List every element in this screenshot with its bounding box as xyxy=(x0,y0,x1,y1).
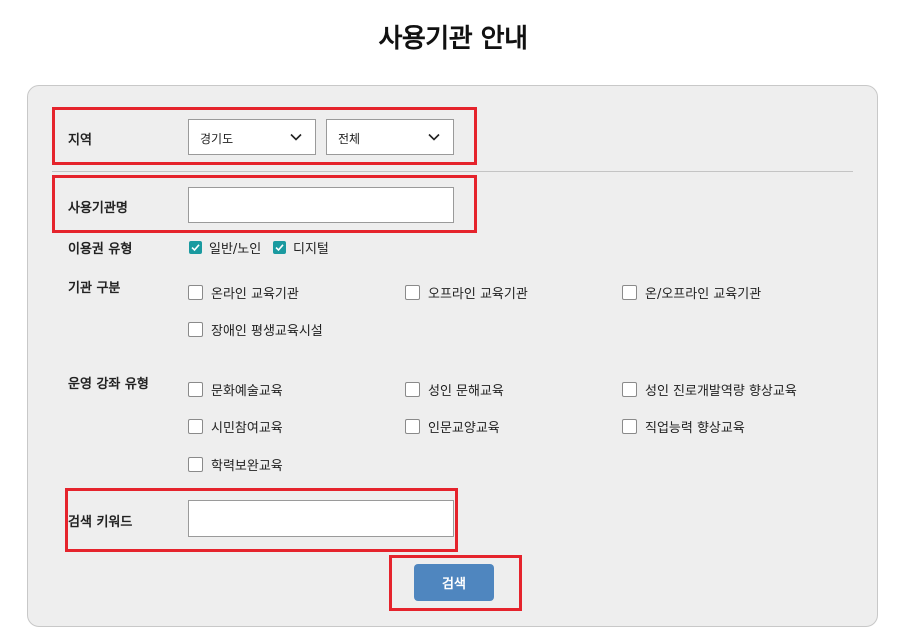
course-career-checkbox[interactable]: 성인 진로개발역량 향상교육 xyxy=(622,380,797,399)
city-select-value: 전체 xyxy=(338,132,361,146)
chevron-down-icon xyxy=(428,133,440,141)
org-online-checkbox[interactable]: 온라인 교육기관 xyxy=(188,283,299,302)
checkbox-label: 장애인 평생교육시설 xyxy=(211,324,323,339)
course-humanities-checkbox[interactable]: 인문교양교육 xyxy=(405,417,500,436)
checkbox-label: 오프라인 교육기관 xyxy=(428,287,528,302)
checkbox-label: 온라인 교육기관 xyxy=(211,287,299,302)
province-select-value: 경기도 xyxy=(200,132,234,146)
org-name-input[interactable] xyxy=(188,187,454,223)
checkbox-checked-icon xyxy=(273,241,286,254)
checkbox-label: 학력보완교육 xyxy=(211,459,283,474)
keyword-label: 검색 키워드 xyxy=(68,515,133,530)
checkbox-label: 디지털 xyxy=(293,242,329,257)
chevron-down-icon xyxy=(290,133,302,141)
org-onoffline-checkbox[interactable]: 온/오프라인 교육기관 xyxy=(622,283,761,302)
keyword-input[interactable] xyxy=(188,500,454,537)
voucher-type-label: 이용권 유형 xyxy=(68,242,133,257)
course-academic-checkbox[interactable]: 학력보완교육 xyxy=(188,455,283,474)
checkbox-label: 문화예술교육 xyxy=(211,384,283,399)
province-select[interactable]: 경기도 xyxy=(188,119,316,155)
org-offline-checkbox[interactable]: 오프라인 교육기관 xyxy=(405,283,528,302)
voucher-general-checkbox[interactable]: 일반/노인 xyxy=(189,238,261,257)
checkbox-label: 직업능력 향상교육 xyxy=(645,421,745,436)
section-divider xyxy=(52,171,853,172)
org-disabled-facility-checkbox[interactable]: 장애인 평생교육시설 xyxy=(188,320,323,339)
checkbox-label: 인문교양교육 xyxy=(428,421,500,436)
org-category-label: 기관 구분 xyxy=(68,281,121,296)
checkbox-label: 성인 문해교육 xyxy=(428,384,504,399)
checkbox-label: 일반/노인 xyxy=(209,242,262,257)
course-literacy-checkbox[interactable]: 성인 문해교육 xyxy=(405,380,504,399)
city-select[interactable]: 전체 xyxy=(326,119,454,155)
checkbox-label: 성인 진로개발역량 향상교육 xyxy=(645,384,797,399)
course-arts-checkbox[interactable]: 문화예술교육 xyxy=(188,380,283,399)
region-label: 지역 xyxy=(68,133,92,148)
search-button[interactable]: 검색 xyxy=(414,564,494,601)
checkbox-label: 온/오프라인 교육기관 xyxy=(645,287,762,302)
course-vocational-checkbox[interactable]: 직업능력 향상교육 xyxy=(622,417,745,436)
checkbox-label: 시민참여교육 xyxy=(211,421,283,436)
search-panel xyxy=(27,85,878,627)
voucher-digital-checkbox[interactable]: 디지털 xyxy=(273,238,329,257)
page-title: 사용기관 안내 xyxy=(378,24,528,54)
course-type-label: 운영 강좌 유형 xyxy=(68,377,149,392)
org-name-label: 사용기관명 xyxy=(68,201,128,216)
course-civic-checkbox[interactable]: 시민참여교육 xyxy=(188,417,283,436)
checkbox-checked-icon xyxy=(189,241,202,254)
